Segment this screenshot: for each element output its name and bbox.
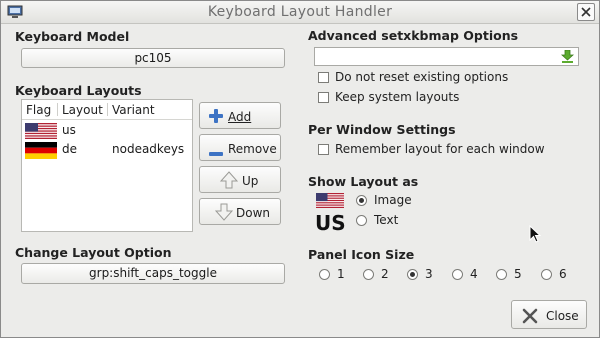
- show-as-text-label[interactable]: Text: [374, 213, 398, 227]
- minus-icon: [209, 146, 223, 160]
- table-row[interactable]: us: [22, 121, 192, 139]
- advanced-options-input[interactable]: [314, 47, 579, 66]
- keyboard-layouts-heading: Keyboard Layouts: [15, 83, 142, 98]
- up-button[interactable]: Up: [199, 166, 281, 193]
- arrow-down-icon: [214, 203, 234, 224]
- remove-label: Remove: [228, 142, 277, 156]
- show-layout-heading: Show Layout as: [308, 174, 419, 189]
- change-layout-option-select[interactable]: grp:shift_caps_toggle: [21, 263, 285, 284]
- close-button[interactable]: Close: [511, 300, 587, 329]
- close-icon[interactable]: [577, 3, 595, 21]
- window-title: Keyboard Layout Handler: [207, 4, 393, 20]
- dialog-window: Keyboard Layout Handler Keyboard Model p…: [0, 0, 600, 338]
- icon-size-label-5[interactable]: 5: [514, 267, 522, 281]
- up-label: Up: [242, 174, 259, 188]
- do-not-reset-label[interactable]: Do not reset existing options: [335, 70, 508, 84]
- layout-cell: us: [62, 123, 76, 137]
- layouts-list[interactable]: Flag Layout Variant us de nodeadkeys: [21, 99, 193, 232]
- arrow-up-icon: [219, 171, 239, 192]
- close-label: Close: [546, 309, 579, 323]
- layout-cell: de: [62, 142, 77, 156]
- download-arrow-icon[interactable]: [560, 49, 575, 66]
- remember-layout-label[interactable]: Remember layout for each window: [335, 142, 545, 156]
- change-layout-option-heading: Change Layout Option: [15, 245, 172, 260]
- mouse-cursor-icon: [529, 224, 543, 248]
- close-x-icon: [522, 308, 538, 327]
- remove-button[interactable]: Remove: [199, 134, 281, 161]
- column-header-variant[interactable]: Variant: [112, 103, 155, 117]
- icon-size-radio-1[interactable]: [319, 269, 330, 280]
- keep-system-layouts-checkbox[interactable]: [318, 92, 329, 103]
- icon-size-label-1[interactable]: 1: [337, 267, 345, 281]
- icon-size-label-2[interactable]: 2: [381, 267, 389, 281]
- icon-size-label-6[interactable]: 6: [559, 267, 567, 281]
- icon-size-label-4[interactable]: 4: [470, 267, 478, 281]
- change-layout-option-value: grp:shift_caps_toggle: [89, 266, 217, 280]
- keyboard-model-heading: Keyboard Model: [15, 29, 130, 44]
- icon-size-radio-5[interactable]: [496, 269, 507, 280]
- icon-size-radio-3[interactable]: [407, 269, 418, 280]
- show-as-image-label[interactable]: Image: [374, 193, 412, 207]
- down-label: Down: [236, 206, 271, 220]
- down-button[interactable]: Down: [199, 198, 281, 225]
- show-as-text-radio[interactable]: [356, 215, 367, 226]
- title-bar[interactable]: Keyboard Layout Handler: [1, 1, 599, 24]
- per-window-heading: Per Window Settings: [308, 122, 456, 137]
- icon-size-radio-4[interactable]: [452, 269, 463, 280]
- de-flag-icon: [25, 142, 57, 162]
- add-button[interactable]: Add: [199, 102, 281, 129]
- us-flag-preview-icon: [316, 193, 344, 211]
- column-header-layout[interactable]: Layout: [62, 103, 103, 117]
- panel-icon-size-heading: Panel Icon Size: [308, 247, 415, 262]
- remember-layout-checkbox[interactable]: [318, 144, 329, 155]
- do-not-reset-checkbox[interactable]: [318, 72, 329, 83]
- keyboard-model-value: pc105: [134, 51, 172, 65]
- table-row[interactable]: de nodeadkeys: [22, 140, 192, 159]
- icon-size-label-3[interactable]: 3: [425, 267, 433, 281]
- show-as-image-radio[interactable]: [356, 195, 367, 206]
- icon-size-radio-2[interactable]: [363, 269, 374, 280]
- us-text-preview: US: [315, 211, 346, 235]
- plus-icon: [209, 109, 223, 126]
- list-header: Flag Layout Variant: [22, 100, 192, 120]
- icon-size-radio-6[interactable]: [541, 269, 552, 280]
- advanced-options-heading: Advanced setxkbmap Options: [308, 28, 519, 43]
- add-label: Add: [228, 110, 252, 124]
- keyboard-model-select[interactable]: pc105: [21, 48, 285, 68]
- variant-cell: nodeadkeys: [112, 142, 185, 156]
- keep-system-layouts-label[interactable]: Keep system layouts: [335, 90, 459, 104]
- column-header-flag[interactable]: Flag: [26, 103, 51, 117]
